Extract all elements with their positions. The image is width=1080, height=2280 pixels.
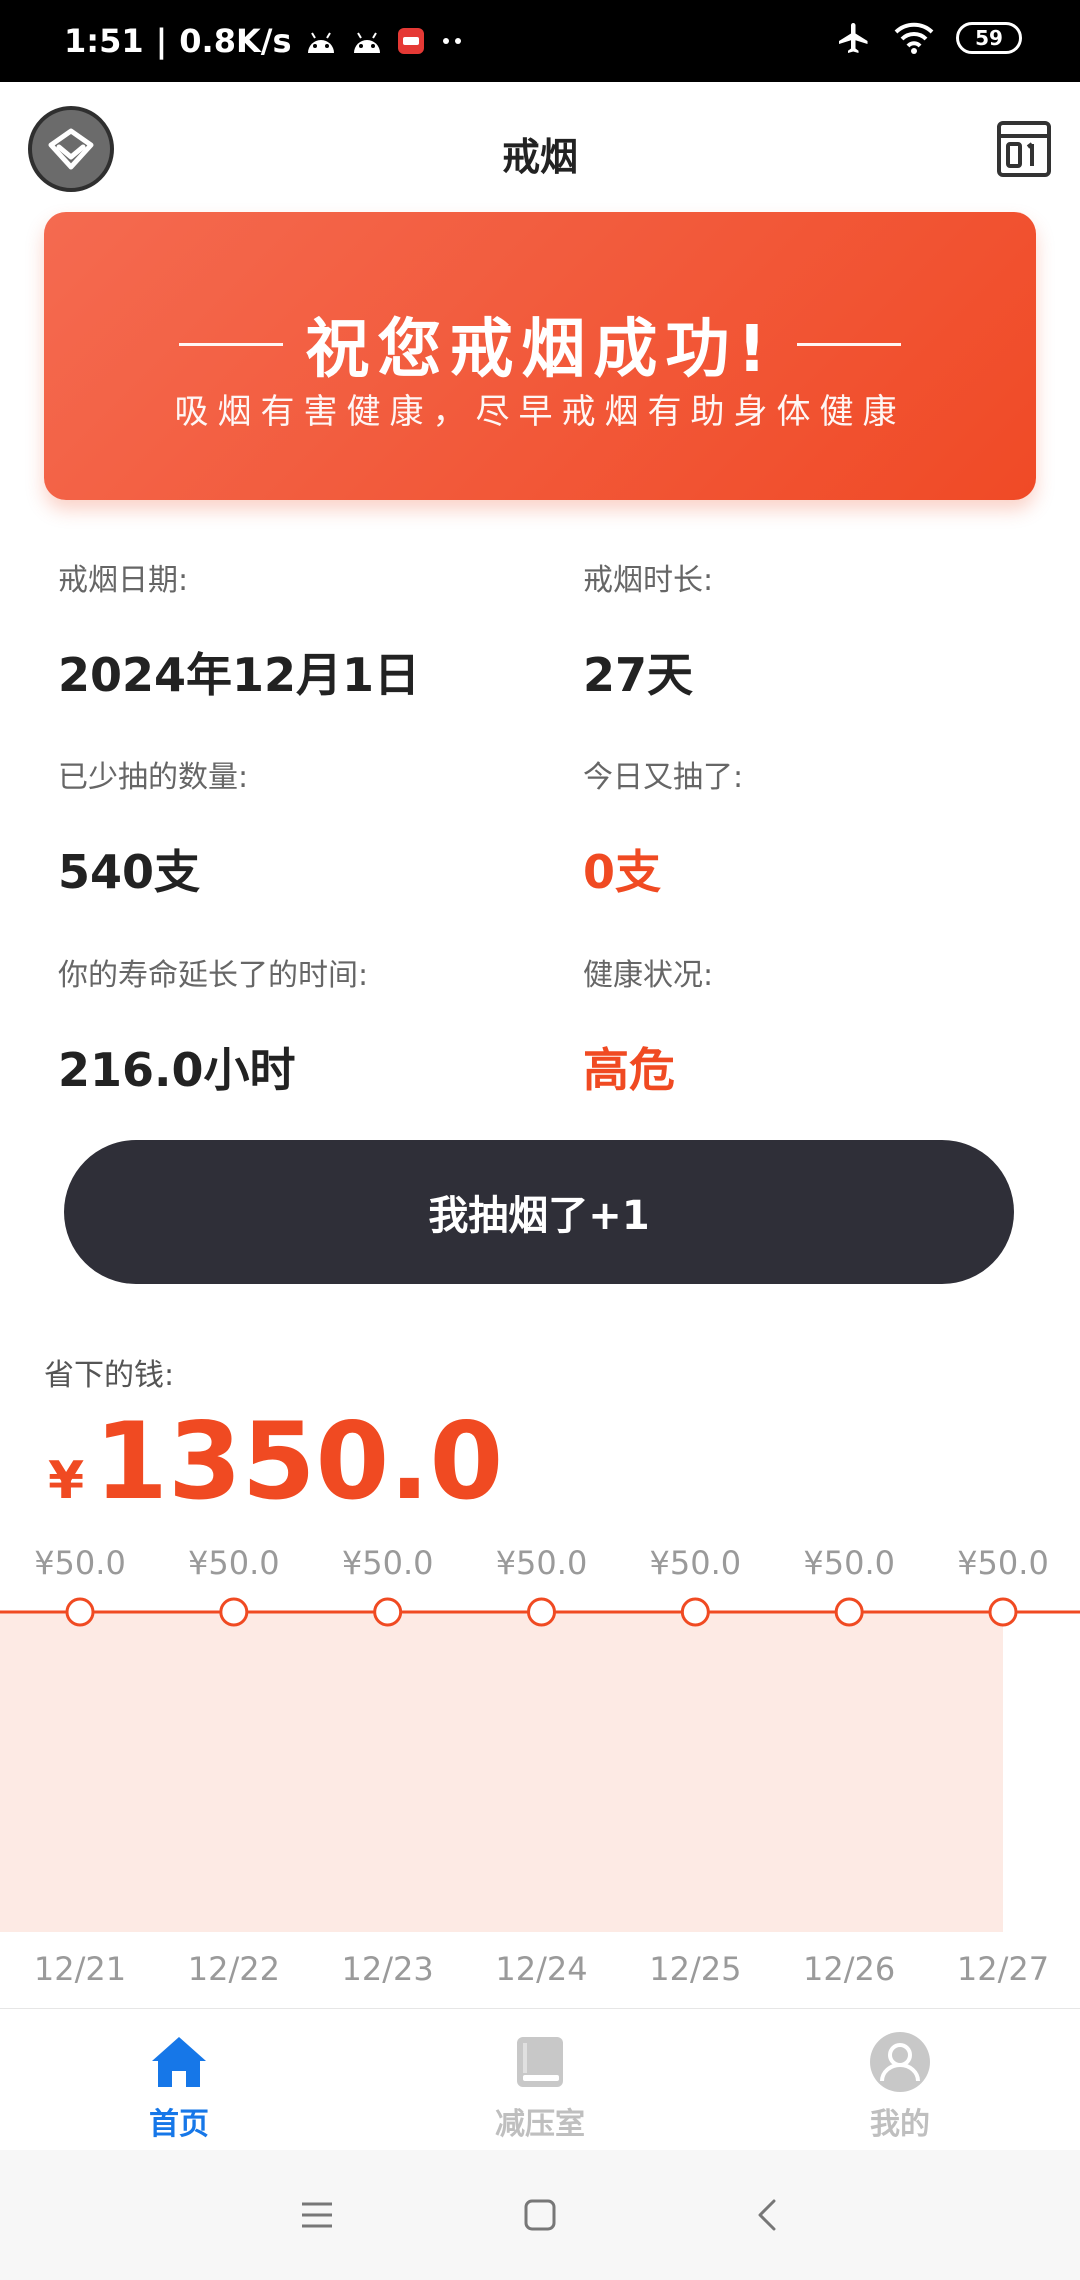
app-header: 戒烟: [0, 82, 1080, 210]
wifi-icon: [894, 22, 934, 54]
chart-data-point: [988, 1597, 1018, 1627]
chart-data-label: ¥50.0: [803, 1544, 895, 1582]
airplane-icon: [836, 20, 872, 56]
calendar-icon: [997, 121, 1051, 177]
money-saved-chart: ¥50.0 ¥50.0 ¥50.0 ¥50.0 ¥50.0 ¥50.0 ¥50.0 12/2…: [0, 1544, 1080, 1988]
page-title: 戒烟: [501, 135, 578, 179]
status-right: 59: [836, 20, 1022, 56]
user-avatar-icon: [870, 2032, 930, 2092]
motivation-banner: 祝您戒烟成功! 吸烟有害健康，尽早戒烟有助身体健康: [44, 212, 1036, 500]
stat-duration: 戒烟时长: 27天: [583, 555, 713, 705]
stat-today-count: 今日又抽了: 0支: [583, 752, 743, 902]
stat-label: 今日又抽了:: [583, 760, 744, 795]
chart-data-label: ¥50.0: [496, 1544, 588, 1582]
banner-title-row: 祝您戒烟成功!: [44, 298, 1036, 390]
banner-divider-right: [796, 342, 901, 346]
stat-health-status: 健康状况: 高危: [583, 950, 713, 1100]
stat-label: 戒烟日期:: [58, 563, 189, 598]
nav-mine[interactable]: 我的: [800, 2031, 1000, 2143]
more-dots-icon: [438, 36, 468, 46]
money-saved-label: 省下的钱:: [44, 1358, 175, 1393]
stat-life-extended: 你的寿命延长了的时间: 216.0小时: [58, 950, 368, 1100]
menu-icon: [302, 2202, 332, 2228]
banner-divider-left: [179, 342, 284, 346]
chart-x-tick-label: 12/25: [649, 1950, 741, 1988]
nav-home-label: 首页: [149, 2107, 209, 2142]
android-icon: [304, 27, 338, 55]
stat-value: 540支: [58, 845, 201, 899]
battery-indicator: 59: [956, 22, 1022, 54]
chart-data-label: ¥50.0: [34, 1544, 126, 1582]
square-icon: [524, 2199, 556, 2231]
chart-data-point: [680, 1597, 710, 1627]
stat-label: 你的寿命延长了的时间:: [58, 958, 369, 993]
banner-title: 祝您戒烟成功!: [305, 313, 775, 387]
banner-subtitle: 吸烟有害健康，尽早戒烟有助身体健康: [174, 392, 906, 432]
chart-x-tick-label: 12/26: [803, 1950, 895, 1988]
back-chevron-icon: [758, 2199, 776, 2231]
chart-data-point: [373, 1597, 403, 1627]
stat-label: 戒烟时长:: [583, 563, 714, 598]
nav-mine-label: 我的: [870, 2107, 930, 2142]
status-network-speed: 0.8K/s: [179, 22, 292, 60]
chart-x-tick-label: 12/21: [34, 1950, 126, 1988]
recent-apps-button[interactable]: [292, 2190, 342, 2240]
status-divider: |: [155, 22, 168, 60]
stat-label: 已少抽的数量:: [58, 760, 249, 795]
chart-data-label: ¥50.0: [188, 1544, 280, 1582]
status-time: 1:51: [64, 22, 144, 60]
chart-area-fill: [0, 1612, 1003, 1932]
book-icon: [517, 2037, 563, 2087]
chart-data-label: ¥50.0: [650, 1544, 742, 1582]
chart-data-point: [527, 1597, 556, 1627]
home-system-button[interactable]: [515, 2190, 565, 2240]
back-button[interactable]: [742, 2190, 792, 2240]
stat-value: 0支: [583, 845, 662, 899]
home-icon: [152, 2037, 206, 2087]
nav-home[interactable]: 首页: [79, 2031, 279, 2143]
stat-quit-date: 戒烟日期: 2024年12月1日: [58, 555, 420, 705]
stat-label: 健康状况:: [583, 958, 714, 993]
chart-x-tick-label: 12/22: [188, 1950, 280, 1988]
chart-x-tick-label: 12/24: [495, 1950, 587, 1988]
stat-value: 27天: [583, 648, 694, 702]
stat-value: 高危: [583, 1043, 675, 1097]
currency-symbol: ¥: [48, 1451, 85, 1511]
status-left: 1:51 | 0.8K/s: [64, 22, 468, 60]
chart-data-label: ¥50.0: [957, 1544, 1049, 1582]
bottom-navigation: 首页 减压室 我的: [0, 2008, 1080, 2150]
nav-relax-room[interactable]: 减压室: [440, 2031, 640, 2143]
chart-data-point: [219, 1597, 249, 1627]
android-icon: [350, 27, 384, 55]
calendar-button[interactable]: [996, 120, 1052, 178]
status-bar: 1:51 | 0.8K/s 59: [0, 0, 1080, 82]
app-notification-icon: [396, 26, 426, 56]
chart-data-point: [65, 1597, 95, 1627]
chart-data-point: [834, 1597, 864, 1627]
stat-value: 216.0小时: [58, 1043, 296, 1097]
smoked-plus-one-button[interactable]: 我抽烟了+1: [64, 1140, 1014, 1284]
stat-value: 2024年12月1日: [58, 648, 421, 702]
chart-x-tick-label: 12/23: [342, 1950, 434, 1988]
money-saved-amount: ¥ 1350.0: [48, 1400, 503, 1523]
system-navigation-bar: [0, 2150, 1080, 2280]
chart-data-label: ¥50.0: [342, 1544, 434, 1582]
money-saved-value: 1350.0: [94, 1400, 504, 1523]
stat-reduced-count: 已少抽的数量: 540支: [58, 752, 248, 902]
chart-x-tick-label: 12/27: [957, 1950, 1049, 1988]
nav-relax-label: 减压室: [495, 2107, 585, 2142]
